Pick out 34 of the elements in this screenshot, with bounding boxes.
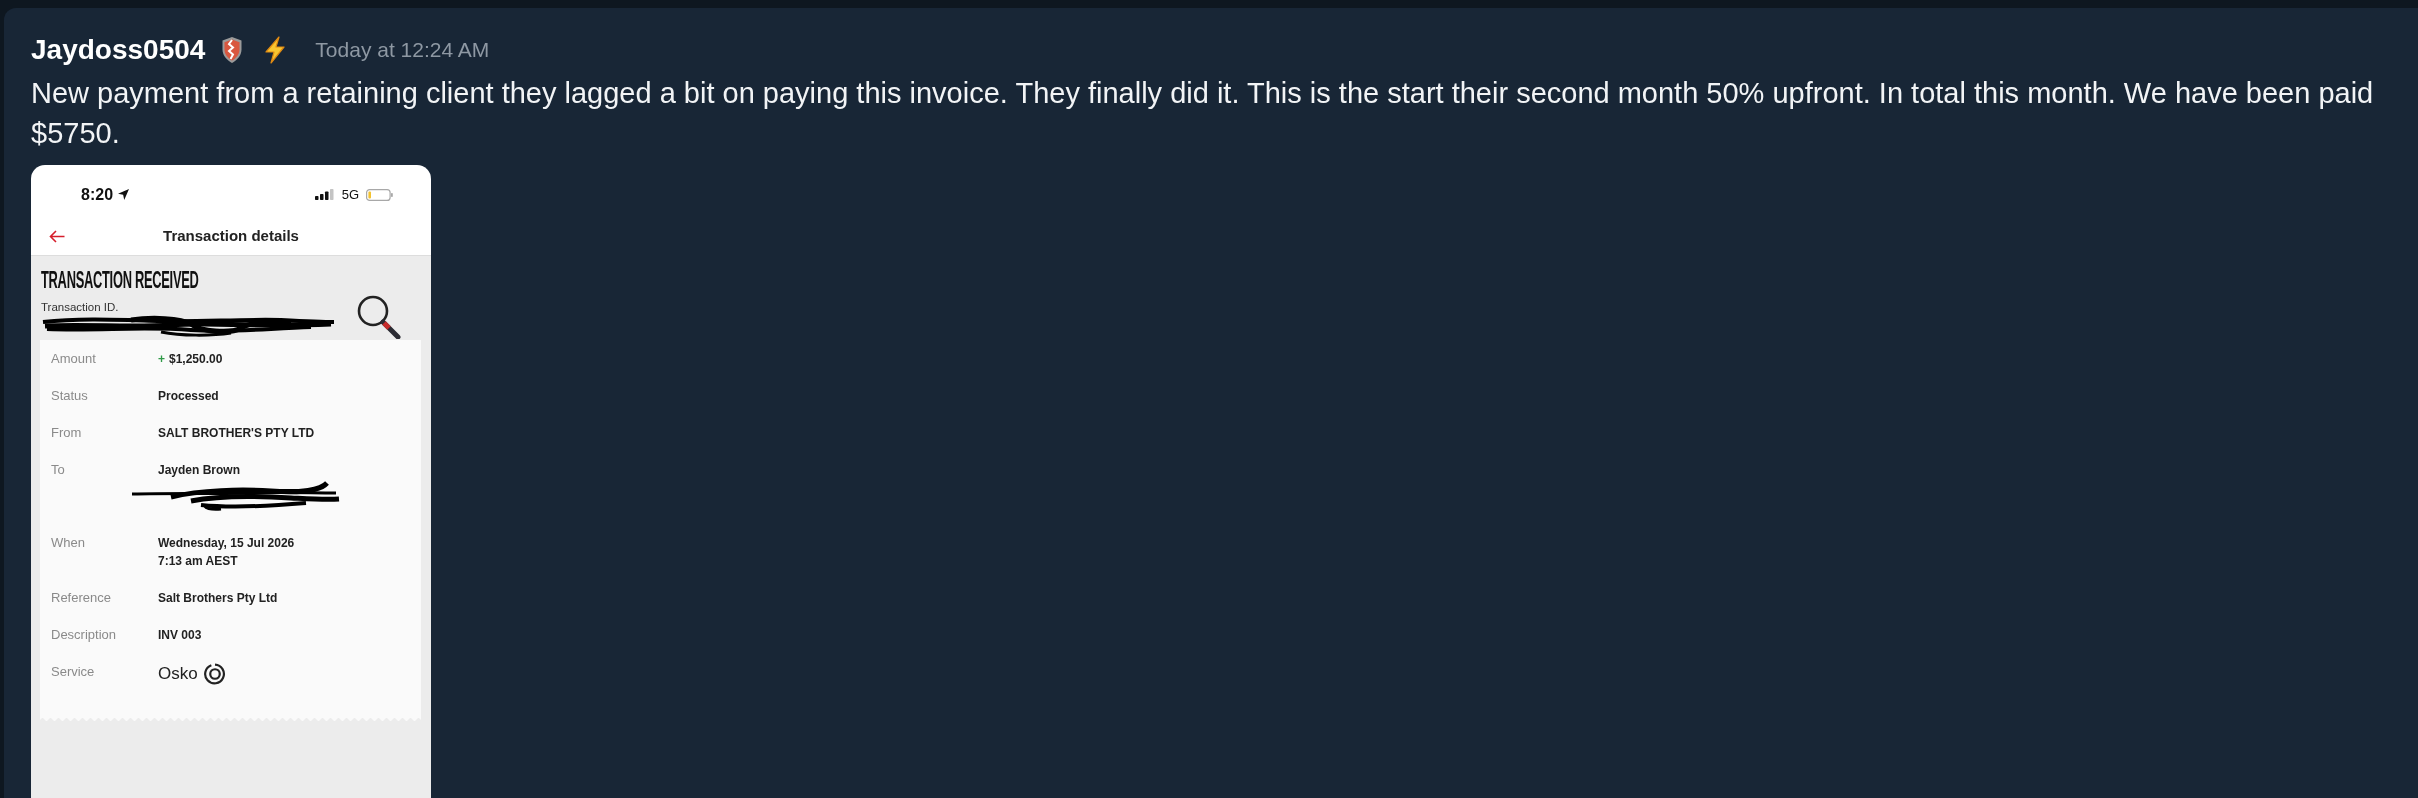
location-arrow-icon [118, 189, 130, 200]
network-label: 5G [341, 186, 359, 203]
field-label: Service [51, 662, 95, 681]
service-name: Osko [158, 663, 198, 684]
field-label: To [51, 460, 65, 479]
transaction-heading: TRANSACTION RECEIVED [41, 269, 199, 291]
screenshot-attachment[interactable] [31, 165, 431, 798]
field-value: Salt Brothers Pty Ltd [158, 589, 278, 607]
field-label: Status [51, 386, 88, 405]
status-time: 8:20 [81, 184, 114, 205]
field-value: 7:13 am AEST [158, 552, 238, 570]
field-value: Wednesday, 15 Jul 2026 [158, 534, 295, 552]
field-label: Description [51, 625, 117, 644]
plus-sign: + [158, 350, 165, 368]
field-value: INV 003 [158, 626, 202, 644]
shield-badge-icon [221, 36, 244, 64]
ring-logo-icon [203, 662, 226, 685]
field-label: Amount [51, 349, 96, 368]
timestamp: Today at 12:24 AM [315, 37, 490, 63]
transaction-id-label: Transaction ID. [41, 300, 119, 314]
username[interactable]: Jaydoss0504 [31, 33, 206, 67]
field-value: Jayden Brown [158, 461, 241, 479]
field-label: Reference [51, 588, 111, 607]
screen-title: Transaction details [163, 227, 299, 245]
magnifier-icon [355, 295, 401, 339]
back-arrow-icon [49, 229, 65, 243]
field-label: From [51, 423, 82, 442]
field-value: SALT BROTHER'S PTY LTD [158, 424, 315, 442]
field-label: When [51, 533, 85, 552]
field-value: $1,250.00 [169, 350, 223, 368]
field-value: Processed [158, 387, 219, 405]
signal-icon [314, 189, 335, 200]
battery-icon [366, 188, 393, 201]
message-text: New payment from a retaining client they lagged a bit on paying this invoice. They finally did it. This is the start their second month 50% upfront. In total this month. We have been paid $5750. [31, 76, 2375, 151]
